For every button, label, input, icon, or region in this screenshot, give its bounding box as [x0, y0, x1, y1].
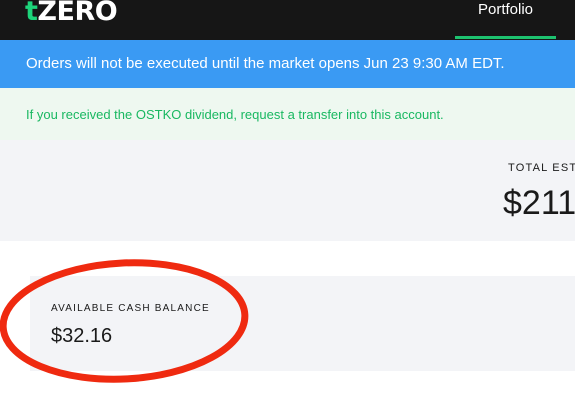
- tab-portfolio[interactable]: Portfolio: [455, 0, 556, 40]
- tab-portfolio-label: Portfolio: [477, 1, 534, 18]
- available-cash-label: AVAILABLE CASH BALANCE: [51, 303, 210, 314]
- dividend-text[interactable]: If you received the OSTKO dividend, requ…: [26, 107, 444, 122]
- logo-prefix: t: [25, 0, 38, 27]
- market-closed-text: Orders will not be executed until the ma…: [26, 55, 505, 72]
- available-cash-panel: AVAILABLE CASH BALANCE $32.16: [30, 276, 575, 371]
- dividend-banner: If you received the OSTKO dividend, requ…: [0, 88, 575, 140]
- logo-text: ZERO: [37, 0, 118, 27]
- market-closed-banner: Orders will not be executed until the ma…: [0, 40, 575, 88]
- total-estimate-value: $211: [503, 184, 575, 222]
- total-estimate-panel: TOTAL EST $211: [0, 140, 575, 241]
- total-estimate-label: TOTAL EST: [508, 162, 575, 174]
- available-cash-value: $32.16: [51, 325, 113, 347]
- top-navbar: tZERO Portfolio: [0, 0, 575, 40]
- active-tab-indicator: [455, 36, 556, 39]
- tzero-logo[interactable]: tZERO: [25, 0, 118, 30]
